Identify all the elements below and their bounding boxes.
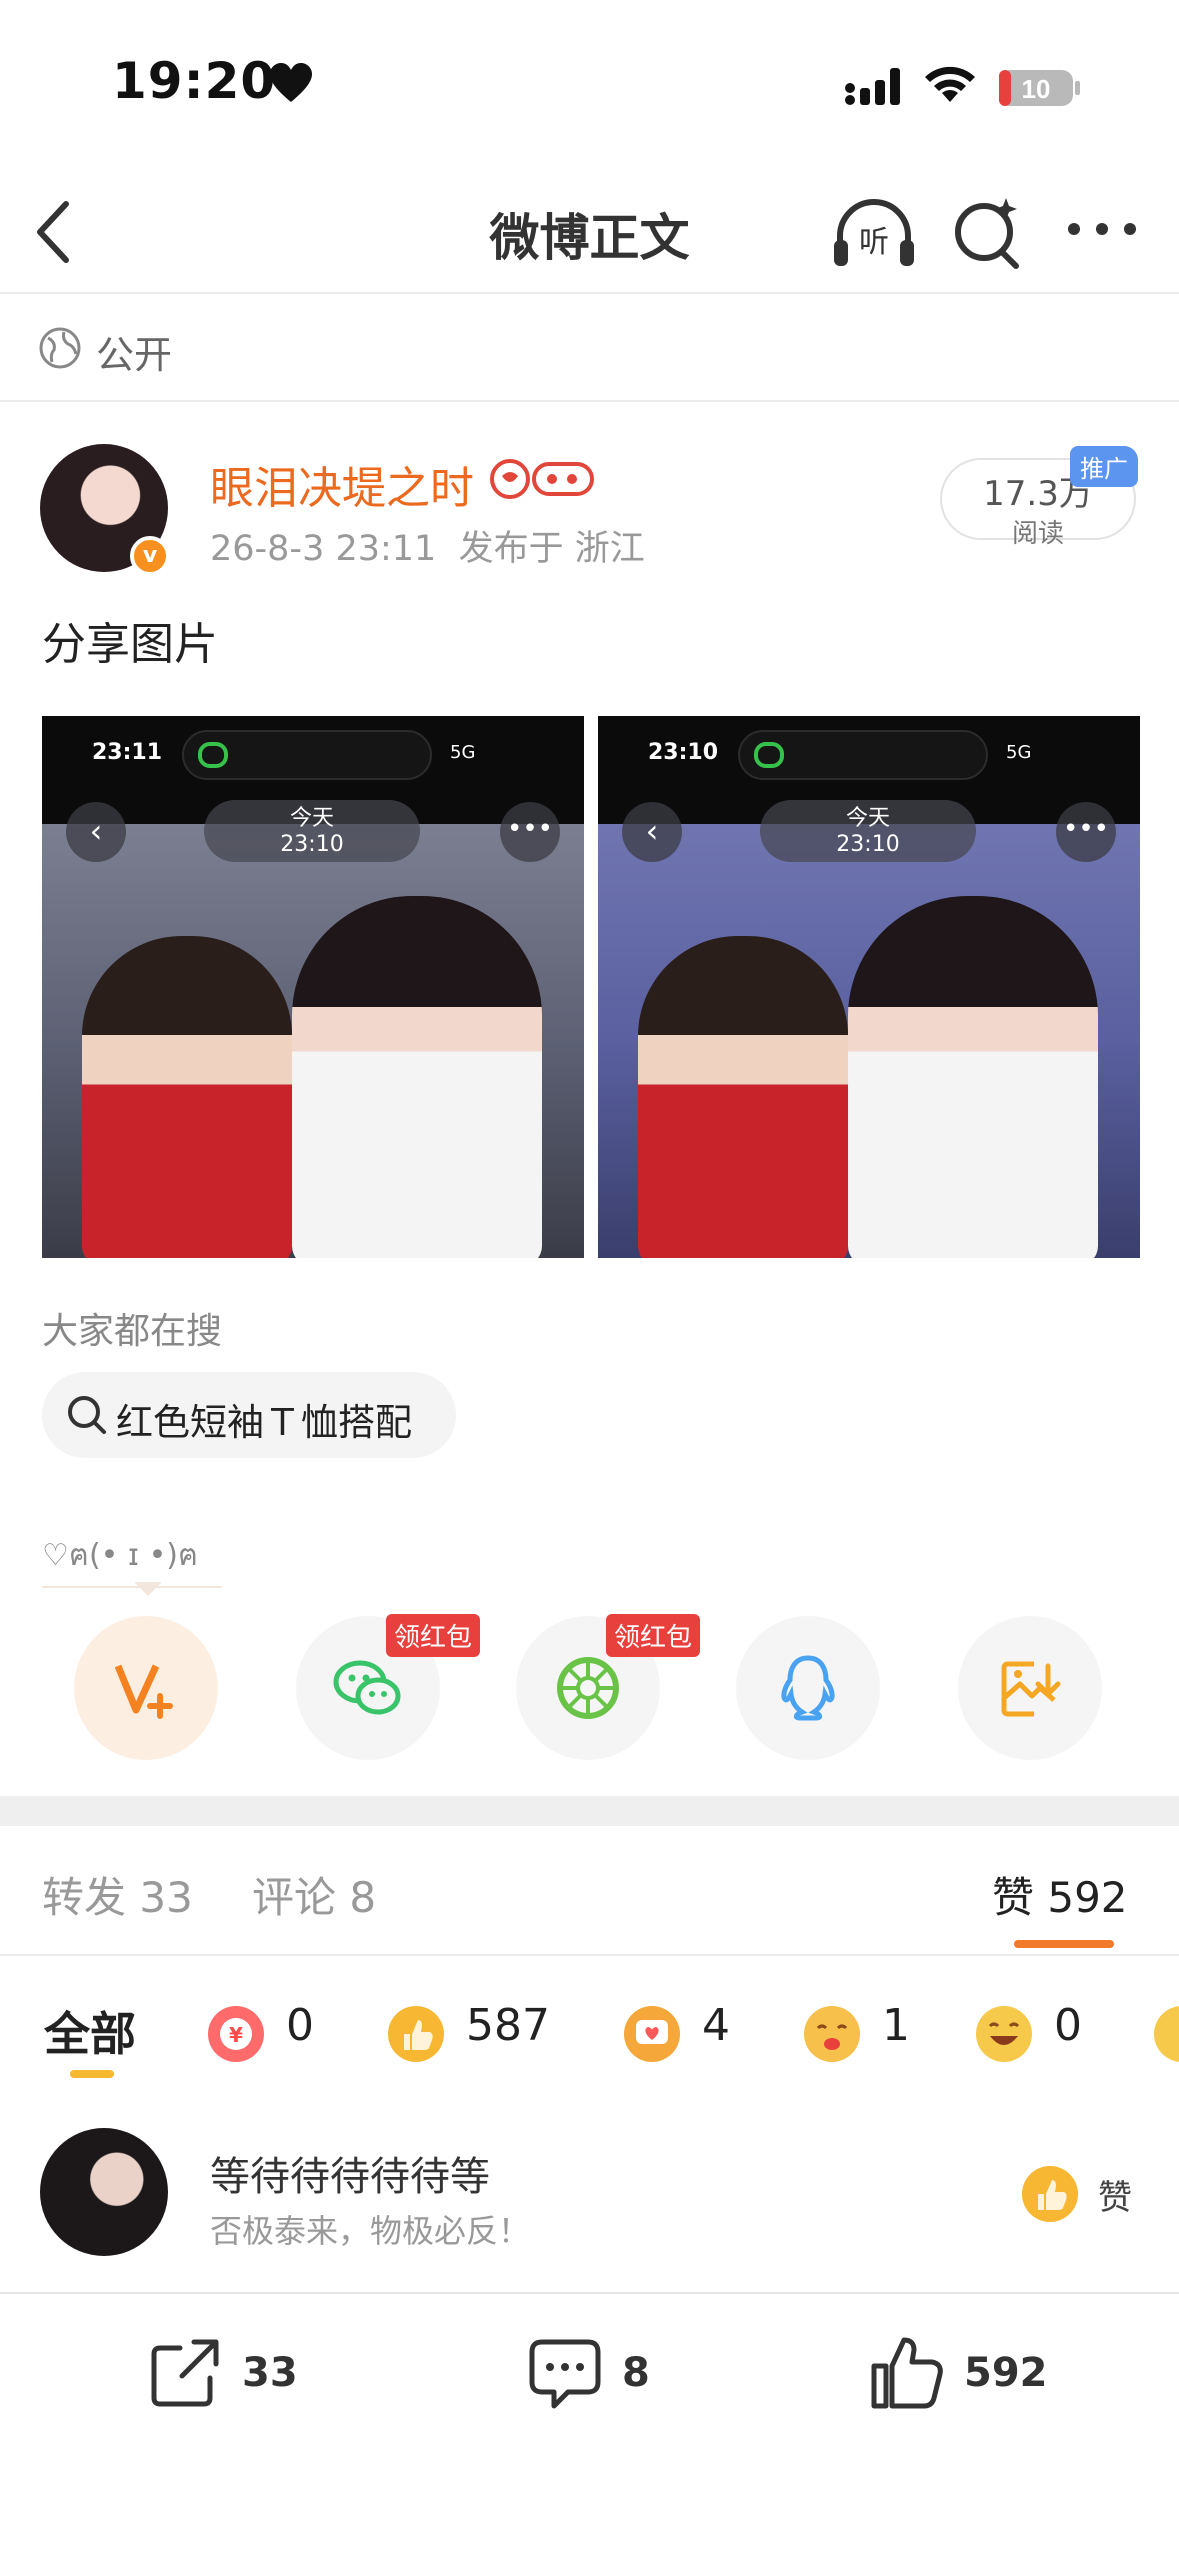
- tab-comment[interactable]: 评论 8: [252, 1864, 376, 1925]
- share-weibo-button[interactable]: [74, 1616, 218, 1760]
- liker-name[interactable]: 等待待待待待等: [210, 2144, 490, 2202]
- svg-text:¥: ¥: [229, 2023, 243, 2047]
- link-icon: [754, 742, 784, 768]
- bottom-action-bar: 33 8 592: [0, 2292, 1179, 2556]
- screenshot-date-pill: 今天 23:10: [760, 800, 976, 862]
- laugh-emoji-icon[interactable]: [974, 2004, 1034, 2064]
- qq-penguin-icon: [781, 1655, 835, 1721]
- screenshot-island: [738, 730, 988, 780]
- verified-badge-icon: v: [130, 536, 170, 576]
- screenshot-today: 今天: [845, 806, 890, 831]
- reads-label: 阅读: [1011, 519, 1064, 549]
- kaomoji-text: ♡ฅ(• ɪ •)ฅ: [42, 1538, 199, 1573]
- screenshot-more-icon: •••: [1056, 802, 1116, 862]
- screenshot-back-icon: ‹: [622, 802, 682, 862]
- trending-search-chip[interactable]: 红色短袖Ｔ恤搭配: [42, 1372, 456, 1458]
- wechat-icon: [333, 1660, 401, 1715]
- heart-bubble-emoji-icon[interactable]: [622, 2004, 682, 2064]
- like-count: 592: [964, 2350, 1048, 2396]
- interaction-tabs: 转发 33 评论 8 赞 592: [0, 1826, 1179, 1956]
- weibo-v-plus-icon: [114, 1664, 173, 1719]
- reaction-filter-all[interactable]: 全部: [44, 1998, 136, 2064]
- battery-icon: 10: [999, 70, 1080, 106]
- reaction-count: 587: [466, 2000, 550, 2051]
- link-icon: [198, 742, 228, 768]
- status-bar: 19:20 10: [0, 0, 1179, 170]
- wifi-icon: [925, 66, 975, 102]
- comment-icon: [529, 2339, 601, 2409]
- thumbs-up-icon: [871, 2337, 943, 2409]
- reaction-count: 4: [702, 2000, 730, 2051]
- screenshot-today-time: 23:10: [280, 832, 344, 857]
- post-image-2[interactable]: 23:10 5G ‹ 今天 23:10 •••: [598, 716, 1140, 1258]
- tab-repost[interactable]: 转发 33: [42, 1864, 193, 1925]
- screenshot-today-time: 23:10: [836, 832, 900, 857]
- thumbs-up-emoji-icon[interactable]: [386, 2004, 446, 2064]
- photo-subject-right: [848, 896, 1098, 1258]
- screenshot-back-icon: ‹: [66, 802, 126, 862]
- search-icon: [68, 1396, 106, 1434]
- globe-icon: [39, 327, 81, 369]
- photo-subject-right: [292, 896, 542, 1258]
- reaction-filter-indicator: [70, 2070, 114, 2078]
- promo-tag: 推广: [1070, 446, 1138, 487]
- save-image-button[interactable]: [958, 1616, 1102, 1760]
- kiss-emoji-icon[interactable]: [802, 2004, 862, 2064]
- post-meta: 26-8-3 23:11 发布于 浙江: [210, 520, 645, 571]
- comment-count: 8: [622, 2350, 650, 2396]
- share-qq-button[interactable]: [736, 1616, 880, 1760]
- trending-search-text: 红色短袖Ｔ恤搭配: [116, 1401, 412, 1444]
- download-image-icon: [1001, 1661, 1061, 1717]
- screenshot-more-icon: •••: [500, 802, 560, 862]
- reaction-count: 1: [882, 2000, 910, 2051]
- post-location: 发布于 浙江: [458, 529, 645, 569]
- liker-avatar[interactable]: [40, 2128, 168, 2256]
- redpack-tag: 领红包: [606, 1614, 701, 1657]
- more-emoji-icon[interactable]: [1152, 2004, 1179, 2064]
- liker-signature: 否极泰来，物极必反！: [210, 2212, 531, 2250]
- nav-bar: 微博正文 听: [0, 170, 1179, 294]
- screenshot-network: 5G: [450, 742, 476, 763]
- author-name[interactable]: 眼泪决堤之时: [210, 452, 474, 516]
- screenshot-time: 23:11: [92, 740, 163, 765]
- visibility-label: 公开: [96, 333, 173, 377]
- visibility-row: 公开: [0, 296, 1179, 402]
- screenshot-date-pill: 今天 23:10: [204, 800, 420, 862]
- trending-search-title: 大家都在搜: [42, 1311, 223, 1352]
- moments-shutter-icon: [557, 1657, 619, 1719]
- screenshot-island: [182, 730, 432, 780]
- section-divider: [0, 1796, 1179, 1826]
- liker-action: 赞: [1098, 2178, 1132, 2218]
- reaction-count: 0: [286, 2000, 314, 2051]
- kaomoji-pointer: [134, 1582, 162, 1596]
- screenshot-network: 5G: [1006, 742, 1032, 763]
- post-timestamp: 26-8-3 23:11: [210, 529, 437, 569]
- listen-headphones-icon[interactable]: 听: [832, 196, 916, 270]
- thumbs-up-emoji-icon: [1022, 2166, 1078, 2222]
- repost-count: 33: [242, 2350, 298, 2396]
- cellular-signal-icon: [845, 68, 900, 105]
- photo-subject-left: [638, 936, 848, 1258]
- active-tab-indicator: [1014, 1940, 1114, 1948]
- member-badge-icon: [490, 459, 594, 499]
- screenshot-today: 今天: [289, 806, 334, 831]
- post-text: 分享图片: [42, 619, 218, 670]
- tab-like[interactable]: 赞 592: [992, 1864, 1128, 1925]
- listen-label: 听: [859, 225, 889, 260]
- battery-level: 10: [1022, 74, 1051, 104]
- kaomoji-underline: [42, 1586, 222, 1588]
- reaction-filter-row: 全部 ¥ 0 587 4 1 0: [0, 1960, 1179, 2096]
- more-options-icon[interactable]: [1064, 214, 1140, 244]
- heart-icon: [270, 63, 312, 102]
- status-time: 19:20: [112, 52, 277, 110]
- search-icon[interactable]: [950, 192, 1026, 270]
- redpack-tag: 领红包: [386, 1614, 481, 1657]
- red-envelope-emoji-icon[interactable]: ¥: [206, 2004, 266, 2064]
- photo-subject-left: [82, 936, 292, 1258]
- post-image-1[interactable]: 23:11 5G ‹ 今天 23:10 •••: [42, 716, 584, 1258]
- reaction-count: 0: [1054, 2000, 1082, 2051]
- repost-icon: [151, 2339, 219, 2407]
- screenshot-time: 23:10: [648, 740, 719, 765]
